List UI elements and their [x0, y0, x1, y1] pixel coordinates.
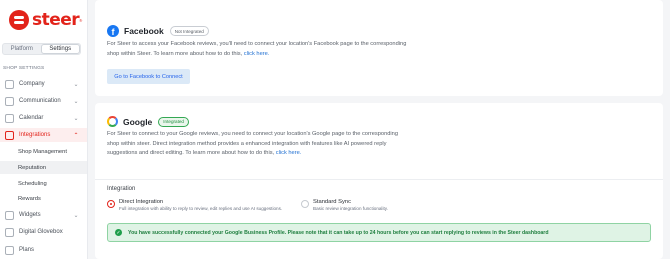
- direct-integration-option[interactable]: Direct Integration Full integration with…: [107, 199, 282, 211]
- megaphone-icon: [5, 96, 14, 106]
- toggle-settings[interactable]: Settings: [40, 44, 80, 54]
- sidebar-item-digital-glovebox[interactable]: Digital Glovebox: [0, 225, 87, 239]
- standard-sync-option[interactable]: Standard Sync Basic review integration f…: [301, 199, 388, 211]
- sidebar-subitem-reputation[interactable]: Reputation: [0, 161, 87, 174]
- sidebar-item-integrations[interactable]: Integrations ⌃: [0, 128, 87, 142]
- radio-selected-icon[interactable]: [107, 200, 115, 208]
- google-desc-line1: For Steer to connect to your Google revi…: [107, 131, 399, 137]
- chevron-down-icon: ⌄: [73, 115, 79, 122]
- sidebar-item-label: Integrations: [19, 132, 51, 138]
- glovebox-icon: [5, 227, 14, 237]
- sidebar-item-calendar[interactable]: Calendar ⌄: [0, 111, 87, 125]
- chevron-down-icon: ⌄: [73, 81, 79, 88]
- sidebar-item-label: Widgets: [19, 212, 41, 218]
- radio-unselected-icon[interactable]: [301, 200, 309, 208]
- google-card: Google Integrated For Steer to connect t…: [95, 103, 663, 259]
- logo-registered-mark: ®: [79, 17, 83, 23]
- sidebar-subitem-shop-management[interactable]: Shop Management: [0, 145, 87, 158]
- success-alert: ✓ You have successfully connected your G…: [107, 223, 651, 242]
- status-badge: Integrated: [158, 116, 189, 127]
- facebook-icon: f: [107, 25, 119, 37]
- google-icon: [107, 116, 118, 127]
- sidebar: steer ® Platform Settings SHOP SETTINGS …: [0, 0, 88, 259]
- connect-facebook-button[interactable]: Go to Facebook to Connect: [107, 69, 190, 84]
- chevron-up-icon: ⌃: [73, 132, 79, 139]
- facebook-desc-line2: shop within Steer. To learn more about h…: [107, 50, 270, 57]
- steer-logo-icon: [9, 10, 29, 30]
- grid-icon: [5, 130, 14, 140]
- sidebar-item-label: Calendar: [19, 115, 44, 121]
- sidebar-item-label: Company: [19, 81, 45, 87]
- google-title: Google: [123, 116, 153, 127]
- facebook-header: f Facebook Not Integrated: [107, 25, 209, 37]
- calendar-icon: [5, 113, 14, 123]
- option-title: Direct Integration: [119, 199, 164, 205]
- facebook-learn-more-link[interactable]: click here.: [244, 51, 270, 57]
- chevron-down-icon: ⌄: [73, 98, 79, 105]
- google-desc-line3: suggestions and direct editing. To learn…: [107, 150, 302, 157]
- sidebar-item-communication[interactable]: Communication ⌄: [0, 94, 87, 108]
- toggle-platform[interactable]: Platform: [3, 44, 41, 54]
- chevron-down-icon: ⌄: [73, 212, 79, 219]
- logo-text: steer: [32, 10, 80, 30]
- google-desc-line2: shop within steer. Direct integration me…: [107, 140, 387, 147]
- google-header: Google Integrated: [107, 116, 189, 127]
- facebook-description: For Steer to access your Facebook review…: [107, 40, 406, 59]
- option-subtitle: Basic review integration functionality.: [313, 206, 388, 211]
- sidebar-subitem-scheduling[interactable]: Scheduling: [0, 177, 87, 190]
- google-learn-more-link[interactable]: click here.: [276, 150, 302, 156]
- google-description: For Steer to connect to your Google revi…: [107, 130, 398, 159]
- document-icon: [5, 245, 14, 255]
- view-toggle: Platform Settings: [2, 43, 81, 55]
- facebook-title: Facebook: [124, 26, 164, 36]
- option-subtitle: Full integration with ability to reply t…: [119, 206, 283, 211]
- integration-heading: Integration: [107, 186, 136, 192]
- facebook-card: f Facebook Not Integrated For Steer to a…: [95, 0, 663, 96]
- success-message: You have successfully connected your Goo…: [128, 229, 549, 236]
- section-label: SHOP SETTINGS: [3, 66, 45, 71]
- check-circle-icon: ✓: [115, 229, 122, 236]
- divider: [95, 179, 663, 180]
- sidebar-subitem-rewards[interactable]: Rewards: [0, 192, 87, 205]
- steer-logo[interactable]: steer ®: [9, 10, 82, 30]
- sidebar-item-label: Communication: [19, 98, 61, 104]
- widget-icon: [5, 210, 14, 220]
- sidebar-item-label: Plans: [19, 247, 35, 253]
- option-title: Standard Sync: [313, 199, 352, 205]
- sidebar-item-plans[interactable]: Plans: [0, 243, 87, 257]
- building-icon: [5, 79, 14, 89]
- sidebar-item-company[interactable]: Company ⌄: [0, 77, 87, 91]
- sidebar-item-label: Digital Glovebox: [19, 229, 63, 235]
- sidebar-item-widgets[interactable]: Widgets ⌄: [0, 208, 87, 222]
- facebook-desc-line1: For Steer to access your Facebook review…: [107, 41, 407, 47]
- status-badge: Not Integrated: [169, 26, 209, 36]
